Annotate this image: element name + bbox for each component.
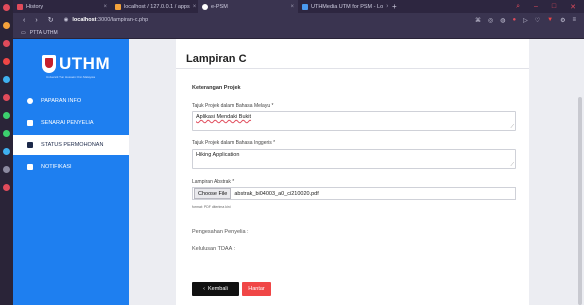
scrollbar[interactable] xyxy=(578,97,582,305)
back-button[interactable]: ‹ Kembali xyxy=(192,282,239,296)
window-controls: ⌕ – □ ✕ xyxy=(516,3,584,11)
submit-button[interactable]: Hantar xyxy=(242,282,271,296)
logo-subtitle: Universiti Tun Hussein Onn Malaysia xyxy=(46,75,96,79)
app-icon[interactable] xyxy=(3,76,10,83)
resize-handle-icon[interactable]: ⟋ xyxy=(510,124,514,130)
extension-icon[interactable]: ◍ xyxy=(500,17,505,24)
close-icon[interactable]: × xyxy=(290,4,294,10)
field-label: Lampiran Abstrak * xyxy=(192,179,235,185)
extensions-toolbar: ⌘ ◎ ◍ ● ▷ ♡ ▼ ⚙ ≡ xyxy=(475,17,584,24)
sidebar-item-paparan-info[interactable]: PAPARAN INFO xyxy=(13,91,129,111)
form-card: Lampiran C Keterangan Projek Tajuk Proje… xyxy=(176,39,529,305)
shield-logo-icon xyxy=(42,55,56,73)
back-button-label: Kembali xyxy=(207,286,228,292)
tab-favicon-icon xyxy=(115,3,121,10)
forward-arrow-icon[interactable]: › xyxy=(35,17,37,24)
minimize-icon[interactable]: – xyxy=(534,3,538,11)
section-heading: Keterangan Projek xyxy=(192,85,241,91)
app-sidebar: UTHM Universiti Tun Hussein Onn Malaysia… xyxy=(13,39,129,305)
card-header: Lampiran C xyxy=(176,39,529,69)
tab-label: localhost / 127.0.0.1 / apps xyxy=(124,3,190,10)
file-name: abstrak_bi04003_a0_ci210020.pdf xyxy=(234,190,319,197)
tab-label: History xyxy=(26,3,44,10)
field-value: Hiking Application xyxy=(196,152,240,158)
sidebar-item-senarai-penyelia[interactable]: SENARAI PENYELIA xyxy=(13,113,129,133)
app-icon[interactable] xyxy=(3,22,10,29)
settings-icon[interactable]: ⚙ xyxy=(560,17,565,24)
sidebar-item-label: SENARAI PENYELIA xyxy=(41,120,94,126)
close-window-icon[interactable]: ✕ xyxy=(570,3,576,11)
page-title: Lampiran C xyxy=(186,53,247,65)
info-icon xyxy=(27,98,33,104)
extension-icon[interactable]: ▼ xyxy=(547,17,553,24)
extension-icon[interactable]: ⌘ xyxy=(475,17,481,24)
app-icon[interactable] xyxy=(3,148,10,155)
close-icon[interactable]: × xyxy=(103,4,107,10)
sidebar-item-status-permohonan[interactable]: STATUS PERMOHONAN xyxy=(13,135,129,155)
field-label: Tajuk Projek dalam Bahasa Inggeris * xyxy=(192,140,276,146)
back-arrow-icon[interactable]: ‹ xyxy=(23,17,25,24)
url-path: :3000/lampiran-c.php xyxy=(96,17,149,23)
close-icon[interactable]: × xyxy=(193,4,197,10)
tab-favicon-icon xyxy=(202,3,208,10)
sidebar-item-label: STATUS PERMOHONAN xyxy=(41,142,104,148)
app-icon[interactable] xyxy=(3,112,10,119)
field-label: Tajuk Projek dalam Bahasa Melayu * xyxy=(192,103,274,109)
choose-file-button[interactable]: Choose File xyxy=(194,188,232,199)
abstract-file-input[interactable]: Choose File abstrak_bi04003_a0_ci210020.… xyxy=(192,187,516,200)
reload-icon[interactable]: ↻ xyxy=(48,16,54,24)
chevron-left-icon: ‹ xyxy=(203,286,205,292)
bookmark-item[interactable]: PTTA UTHM xyxy=(30,30,58,36)
browser-tab-bar: History × localhost / 127.0.0.1 / apps ×… xyxy=(13,0,584,13)
search-tabs-icon[interactable]: ⌕ xyxy=(516,3,520,11)
app-icon[interactable] xyxy=(3,58,10,65)
menu-icon[interactable]: ≡ xyxy=(572,17,576,24)
tab-favicon-icon xyxy=(17,3,23,10)
app-icon[interactable] xyxy=(3,40,10,47)
english-title-field[interactable]: Hiking Application ⟋ xyxy=(192,149,516,169)
tab-favicon-icon xyxy=(302,3,308,10)
screen: History × localhost / 127.0.0.1 / apps ×… xyxy=(0,0,584,305)
play-icon[interactable]: ▷ xyxy=(523,17,528,24)
field-value: Aplikasi Mendaki Bukit xyxy=(196,114,252,120)
app-icon[interactable] xyxy=(3,130,10,137)
address-bar-row: ‹ › ↻ ◉ localhost:3000/lampiran-c.php ⌘ … xyxy=(13,13,584,27)
extension-icon[interactable]: ● xyxy=(513,17,517,24)
os-dock xyxy=(0,0,13,305)
url-field[interactable]: ◉ localhost:3000/lampiran-c.php xyxy=(64,17,149,23)
malay-title-field[interactable]: Aplikasi Mendaki Bukit ⟋ xyxy=(192,111,516,131)
extension-icon[interactable]: ◎ xyxy=(488,17,493,24)
resize-handle-icon[interactable]: ⟋ xyxy=(510,162,514,168)
shield-icon[interactable]: ♡ xyxy=(535,17,540,24)
main-content: Lampiran C Keterangan Projek Tajuk Proje… xyxy=(129,39,584,305)
uthm-logo[interactable]: UTHM xyxy=(42,55,110,73)
sidebar-item-label: PAPARAN INFO xyxy=(41,98,82,104)
sidebar-item-notifikasi[interactable]: NOTIFIKASI xyxy=(13,157,129,177)
bell-icon xyxy=(27,164,33,170)
app-icon[interactable] xyxy=(3,94,10,101)
url-host: localhost xyxy=(72,17,97,23)
browser-tab[interactable]: UTHMedia UTM for PSM - Lo × xyxy=(298,0,388,13)
tab-label: e-PSM xyxy=(211,3,228,10)
tab-label: UTHMedia UTM for PSM - Lo xyxy=(311,3,384,10)
browser-tab-active[interactable]: e-PSM × xyxy=(198,0,298,13)
app-icon[interactable] xyxy=(3,184,10,191)
file-hint: format: PDF diterima kini xyxy=(192,205,231,209)
sidebar-item-label: NOTIFIKASI xyxy=(41,164,72,170)
logo-text: UTHM xyxy=(59,54,111,73)
tdaa-approval-label: Kelulusan TDAA : xyxy=(192,246,236,252)
bookmarks-bar: ▭ PTTA UTHM xyxy=(13,27,584,39)
supervisor-approval-label: Pengesahan Penyelia : xyxy=(192,229,249,235)
browser-tab[interactable]: localhost / 127.0.0.1 / apps × xyxy=(111,0,198,13)
app-icon[interactable] xyxy=(3,166,10,173)
submit-button-label: Hantar xyxy=(248,286,265,292)
maximize-icon[interactable]: □ xyxy=(552,3,556,11)
site-info-icon[interactable]: ◉ xyxy=(64,17,69,23)
new-tab-button[interactable]: + xyxy=(388,2,401,11)
user-icon xyxy=(27,120,33,126)
browser-tab[interactable]: History × xyxy=(13,0,111,13)
app-icon[interactable] xyxy=(3,4,10,11)
folder-icon xyxy=(27,142,33,148)
folder-icon: ▭ xyxy=(21,29,26,36)
